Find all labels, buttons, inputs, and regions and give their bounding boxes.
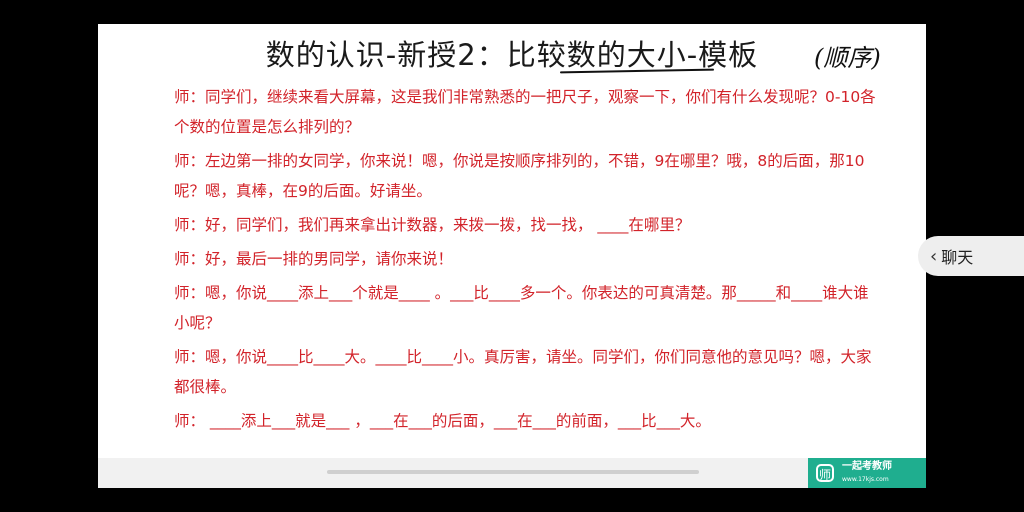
slide-title: 数的认识-新授2：比较数的大小-模板 <box>265 38 759 72</box>
slide: 数的认识-新授2：比较数的大小-模板 (顺序) 师：同学们，继续来看大屏幕，这是… <box>98 24 926 488</box>
chevron-left-icon: ‹ <box>930 245 938 267</box>
logo-url: www.17kjs.com <box>842 475 889 483</box>
logo-name: 一起考教师 <box>842 460 892 472</box>
dialogue-line: 师：好，最后一排的男同学，请你来说！ <box>174 250 454 268</box>
slide-footer: 师 一起考教师 www.17kjs.com <box>98 458 926 488</box>
progress-scrollbar[interactable] <box>327 470 699 474</box>
dialogue-line: 师：左边第一排的女同学，你来说！嗯，你说是按顺序排列的，不错，9在哪里？哦，8的… <box>174 152 865 200</box>
dialogue-line: 师：同学们，继续来看大屏幕，这是我们非常熟悉的一把尺子，观察一下，你们有什么发现… <box>174 88 876 136</box>
logo-mark-icon: 师 <box>816 464 834 482</box>
chat-label: 聊天 <box>941 248 974 267</box>
dialogue-line: 师：嗯，你说____添上___个就是____ 。___比____多一个。你表达的… <box>174 284 869 332</box>
logo-text: 一起考教师 www.17kjs.com <box>842 460 892 485</box>
dialogue-line: 师： ____添上___就是___ ，___在___的后面，___在___的前面… <box>174 412 711 430</box>
handwritten-note: (顺序) <box>814 44 881 72</box>
dialogue-line: 师：好，同学们，我们再来拿出计数器，来拨一拨，找一找， ____在哪里？ <box>174 216 691 234</box>
dialogue-line: 师：嗯，你说____比____大。____比____小。真厉害，请坐。同学们，你… <box>174 348 872 396</box>
brand-logo: 师 一起考教师 www.17kjs.com <box>808 458 926 488</box>
dialogue-lines: 师：同学们，继续来看大屏幕，这是我们非常熟悉的一把尺子，观察一下，你们有什么发现… <box>174 82 884 440</box>
chat-button[interactable]: ‹ 聊天 <box>918 236 1024 276</box>
